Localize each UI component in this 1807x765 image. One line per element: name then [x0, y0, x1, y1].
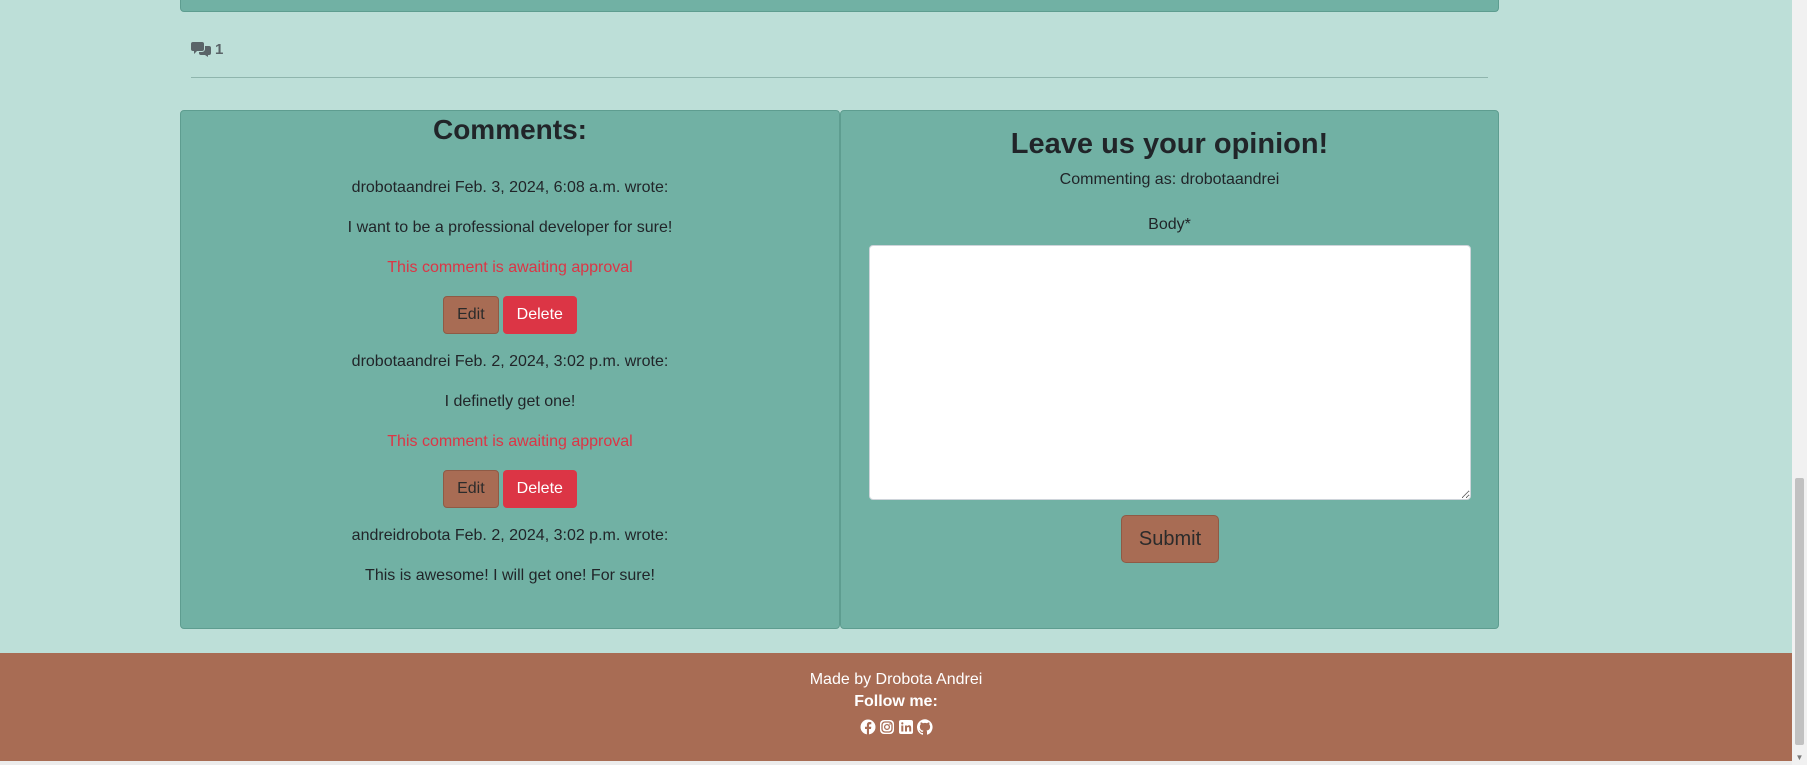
- comment-actions: Edit Delete: [181, 470, 839, 508]
- divider: [191, 77, 1488, 78]
- comment-approval-status: This comment is awaiting approval: [387, 433, 633, 450]
- footer-credit: Made by Drobota Andrei: [809, 671, 983, 688]
- delete-comment-button[interactable]: Delete: [502, 470, 577, 508]
- facebook-icon[interactable]: [860, 719, 876, 735]
- vertical-scrollbar[interactable]: ▼: [1792, 0, 1807, 765]
- scroll-down-arrow-icon[interactable]: ▼: [1792, 750, 1807, 765]
- comment-body-textarea[interactable]: [869, 245, 1471, 500]
- comment-meta: drobotaandrei Feb. 3, 2024, 6:08 a.m. wr…: [351, 179, 669, 196]
- comment-meta: drobotaandrei Feb. 2, 2024, 3:02 p.m. wr…: [351, 353, 669, 370]
- comment-count-value: 1: [215, 40, 224, 58]
- comment-approval-status: This comment is awaiting approval: [387, 259, 633, 276]
- previous-card-bottom: [180, 0, 1499, 12]
- footer-follow-label: Follow me:: [854, 693, 938, 710]
- instagram-icon[interactable]: [879, 719, 895, 735]
- comments-card: Comments: drobotaandrei Feb. 3, 2024, 6:…: [180, 110, 840, 629]
- comment-count: 1: [191, 38, 223, 60]
- page-bottom-edge: [0, 761, 1792, 765]
- comment-body: I want to be a professional developer fo…: [347, 219, 673, 236]
- submit-button[interactable]: Submit: [1121, 515, 1219, 563]
- edit-comment-button[interactable]: Edit: [443, 296, 499, 334]
- delete-comment-button[interactable]: Delete: [502, 296, 577, 334]
- github-icon[interactable]: [916, 719, 933, 735]
- linkedin-icon[interactable]: [898, 719, 914, 735]
- commenting-as-label: Commenting as: drobotaandrei: [1059, 171, 1280, 188]
- scrollbar-thumb[interactable]: [1795, 478, 1804, 745]
- footer: Made by Drobota Andrei Follow me:: [0, 653, 1792, 761]
- edit-comment-button[interactable]: Edit: [443, 470, 499, 508]
- comment-actions: Edit Delete: [181, 296, 839, 334]
- comments-icon: [191, 41, 211, 57]
- comment-meta: andreidrobota Feb. 2, 2024, 3:02 p.m. wr…: [351, 527, 669, 544]
- comment-form-card: Leave us your opinion! Commenting as: dr…: [840, 110, 1499, 629]
- comment-body: This is awesome! I will get one! For sur…: [365, 567, 655, 584]
- social-links: [0, 719, 1792, 735]
- body-field-label: Body*: [1148, 216, 1191, 233]
- comments-title: Comments:: [432, 114, 587, 145]
- comment-form-title: Leave us your opinion!: [1010, 128, 1329, 160]
- comment-body: I definetly get one!: [444, 393, 576, 410]
